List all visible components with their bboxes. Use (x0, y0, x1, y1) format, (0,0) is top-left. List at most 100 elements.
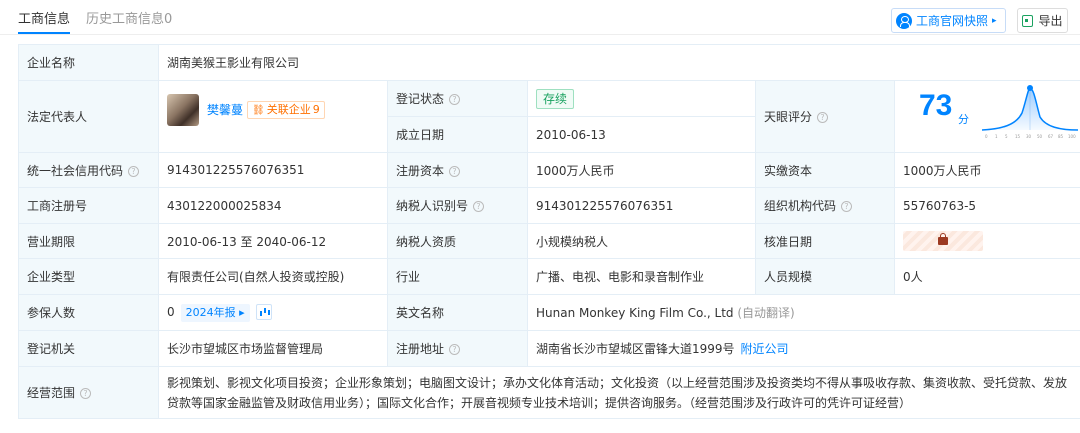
nearby-companies-link[interactable]: 附近公司 (741, 342, 789, 356)
related-label: 关联企业 (266, 102, 311, 116)
authority: 长沙市望城区市场监督管理局 (158, 330, 388, 367)
legal-rep-label: 法定代表人 (18, 80, 159, 153)
export-icon (1022, 14, 1034, 27)
english-name-cell: Hunan Monkey King Film Co., Ltd (自动翻译) (526, 294, 1080, 331)
reg-capital-label-cell: 注册资本? (387, 152, 528, 188)
paid-capital-label: 实缴资本 (755, 152, 895, 188)
help-icon[interactable]: ? (473, 201, 485, 212)
auto-translate-note: (自动翻译) (737, 306, 795, 320)
legal-rep-cell: 樊馨蔓 ⛓ 关联企业 9 (158, 80, 388, 153)
score-value: 73 (919, 89, 953, 122)
approval-date-label: 核准日期 (755, 223, 895, 259)
company-name: 湖南美猴王影业有限公司 (157, 44, 1080, 81)
table-row: 登记机关 长沙市望城区市场监督管理局 注册地址? 湖南省长沙市望城区雷锋大道19… (18, 330, 1080, 367)
table-row: 参保人数 0 2024年报 ▸ 英文名称 Hunan Monkey King Fi… (18, 294, 1080, 331)
english-name-label: 英文名称 (387, 294, 528, 331)
official-snapshot-button[interactable]: 工商官网快照 ▸ (891, 8, 1006, 33)
snapshot-label: 工商官网快照 (916, 14, 989, 28)
taxpayer-id: 914301225576076351 (527, 187, 756, 224)
address-label: 注册地址 (396, 342, 445, 356)
industry-label: 行业 (387, 258, 528, 295)
org-code-label: 组织机构代码 (764, 199, 837, 213)
tab-bar: 工商信息 历史工商信息0 工商官网快照 ▸ 导出 (0, 0, 1080, 40)
table-row: 工商注册号 430122000025834 纳税人识别号? 9143012255… (18, 187, 1080, 224)
score-label-cell: 天眼评分? (755, 80, 895, 153)
credit-code: 914301225576076351 (158, 152, 388, 188)
address: 湖南省长沙市望城区雷锋大道1999号 (536, 342, 735, 356)
approval-date-cell (893, 223, 1080, 259)
help-icon[interactable]: ? (449, 94, 461, 105)
user-icon (896, 12, 912, 29)
established-date: 2010-06-13 (527, 116, 756, 153)
established-label: 成立日期 (387, 116, 528, 153)
staff-size: 0人 (893, 258, 1080, 295)
tick-label: 50 (1037, 134, 1043, 139)
address-label-cell: 注册地址? (387, 330, 528, 367)
biz-reg-no-label: 工商注册号 (18, 187, 159, 224)
tab-history-info[interactable]: 历史工商信息0 (86, 12, 172, 28)
help-icon[interactable]: ? (449, 165, 461, 177)
reg-capital-label: 注册资本 (396, 163, 445, 178)
company-type-label: 企业类型 (18, 258, 159, 295)
insured-count: 0 (167, 304, 175, 319)
taxpayer-id-label-cell: 纳税人识别号? (387, 187, 528, 224)
company-name-label: 企业名称 (18, 44, 159, 81)
help-icon[interactable]: ? (817, 112, 829, 123)
tick-label: 67 (1048, 134, 1054, 139)
tab-business-info[interactable]: 工商信息 (18, 12, 70, 28)
industry: 广播、电视、电影和录音制作业 (527, 258, 756, 295)
status-badge: 存续 (536, 88, 575, 109)
tick-label: 1 (995, 134, 998, 139)
avatar[interactable] (167, 93, 199, 126)
business-scope: 影视策划、影视文化项目投资；企业形象策划；电脑图文设计；承办文化体育活动；文化投… (157, 366, 1080, 419)
help-icon[interactable]: ? (841, 201, 853, 212)
biz-reg-no: 430122000025834 (158, 187, 388, 224)
paid-capital: 1000万人民币 (893, 152, 1080, 188)
score-label: 天眼评分 (764, 110, 813, 124)
related-count: 9 (312, 102, 320, 116)
export-label: 导出 (1038, 14, 1063, 28)
score-point (1027, 85, 1033, 91)
table-row: 企业类型 有限责任公司(自然人投资或控股) 行业 广播、电视、电影和录音制作业 … (18, 258, 1080, 295)
help-icon[interactable]: ? (80, 388, 92, 399)
help-icon[interactable]: ? (128, 165, 140, 177)
help-icon[interactable]: ? (449, 344, 461, 355)
credit-code-label-cell: 统一社会信用代码? (18, 152, 159, 188)
legal-rep-name-link[interactable]: 樊馨蔓 (207, 101, 243, 118)
staff-size-label: 人员规模 (755, 258, 895, 295)
taxpayer-qual: 小规模纳税人 (527, 223, 756, 259)
table-row: 统一社会信用代码? 914301225576076351 注册资本? 1000万… (18, 152, 1080, 188)
org-code: 55760763-5 (893, 187, 1080, 224)
tab-divider (0, 34, 1080, 35)
tick-label: 30 (1026, 134, 1032, 139)
locked-field[interactable] (903, 231, 983, 251)
credit-code-label: 统一社会信用代码 (27, 163, 124, 178)
address-cell: 湖南省长沙市望城区雷锋大道1999号 附近公司 (526, 330, 1080, 367)
tick-label: 5 (1005, 134, 1008, 139)
distribution-area (982, 88, 1078, 130)
year-report-button[interactable]: 2024年报 ▸ (180, 303, 250, 322)
reg-status-label-cell: 登记状态? (387, 80, 528, 117)
biz-term-label: 营业期限 (18, 223, 159, 259)
table-row: 企业名称 湖南美猴王影业有限公司 (18, 44, 1080, 81)
taxpayer-id-label: 纳税人识别号 (396, 199, 469, 213)
score-cell[interactable]: 73 分 0 1 5 15 30 50 67 85 100 (893, 80, 1080, 153)
table-row: 法定代表人 樊馨蔓 ⛓ 关联企业 9 登记状态? 存续 天眼评分? 73 分 0… (18, 80, 1080, 153)
score-distribution-chart: 0 1 5 15 30 50 67 85 100 (982, 85, 1078, 139)
scope-label-cell: 经营范围? (18, 366, 159, 419)
reg-status-label: 登记状态 (396, 92, 445, 106)
biz-term: 2010-06-13 至 2040-06-12 (158, 223, 388, 259)
reg-status-cell: 存续 (527, 80, 756, 117)
english-name: Hunan Monkey King Film Co., Ltd (536, 306, 734, 320)
scope-label: 经营范围 (27, 386, 76, 400)
tick-label: 15 (1015, 134, 1021, 139)
table-row: 经营范围? 影视策划、影视文化项目投资；企业形象策划；电脑图文设计；承办文化体育… (18, 366, 1080, 419)
export-button[interactable]: 导出 (1017, 8, 1068, 33)
related-companies-badge[interactable]: ⛓ 关联企业 9 (247, 100, 325, 119)
chart-icon[interactable] (255, 304, 272, 320)
related-icon: ⛓ (252, 104, 265, 116)
taxpayer-qual-label: 纳税人资质 (387, 223, 528, 259)
lock-icon (938, 233, 948, 245)
insured-label: 参保人数 (18, 294, 159, 331)
insured-cell: 0 2024年报 ▸ (158, 294, 388, 331)
